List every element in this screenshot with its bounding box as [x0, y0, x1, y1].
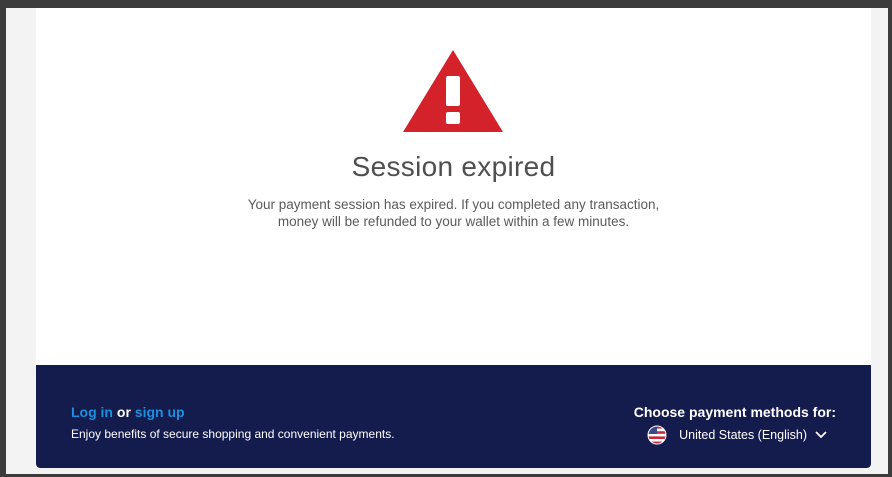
us-flag-icon — [647, 425, 667, 445]
auth-line: Log in or sign up — [71, 404, 185, 420]
session-message: Your payment session has expired. If you… — [247, 197, 660, 229]
window-frame-left — [0, 0, 6, 477]
choose-payment-label: Choose payment methods for: — [633, 404, 836, 420]
locale-label: United States (English) — [679, 428, 807, 442]
footer-bar: Log in or sign up Enjoy benefits of secu… — [36, 365, 871, 468]
window-frame-top — [0, 0, 892, 8]
benefits-text: Enjoy benefits of secure shopping and co… — [71, 427, 395, 441]
window-frame-right — [888, 0, 892, 477]
chevron-down-icon — [815, 431, 827, 439]
payment-card: Session expired Your payment session has… — [36, 8, 871, 468]
signup-link[interactable]: sign up — [135, 404, 185, 420]
or-text: or — [116, 404, 131, 420]
locale-selector[interactable]: United States (English) — [647, 425, 827, 445]
page-title: Session expired — [351, 151, 556, 182]
login-link[interactable]: Log in — [71, 404, 113, 420]
warning-triangle-icon — [403, 50, 503, 132]
